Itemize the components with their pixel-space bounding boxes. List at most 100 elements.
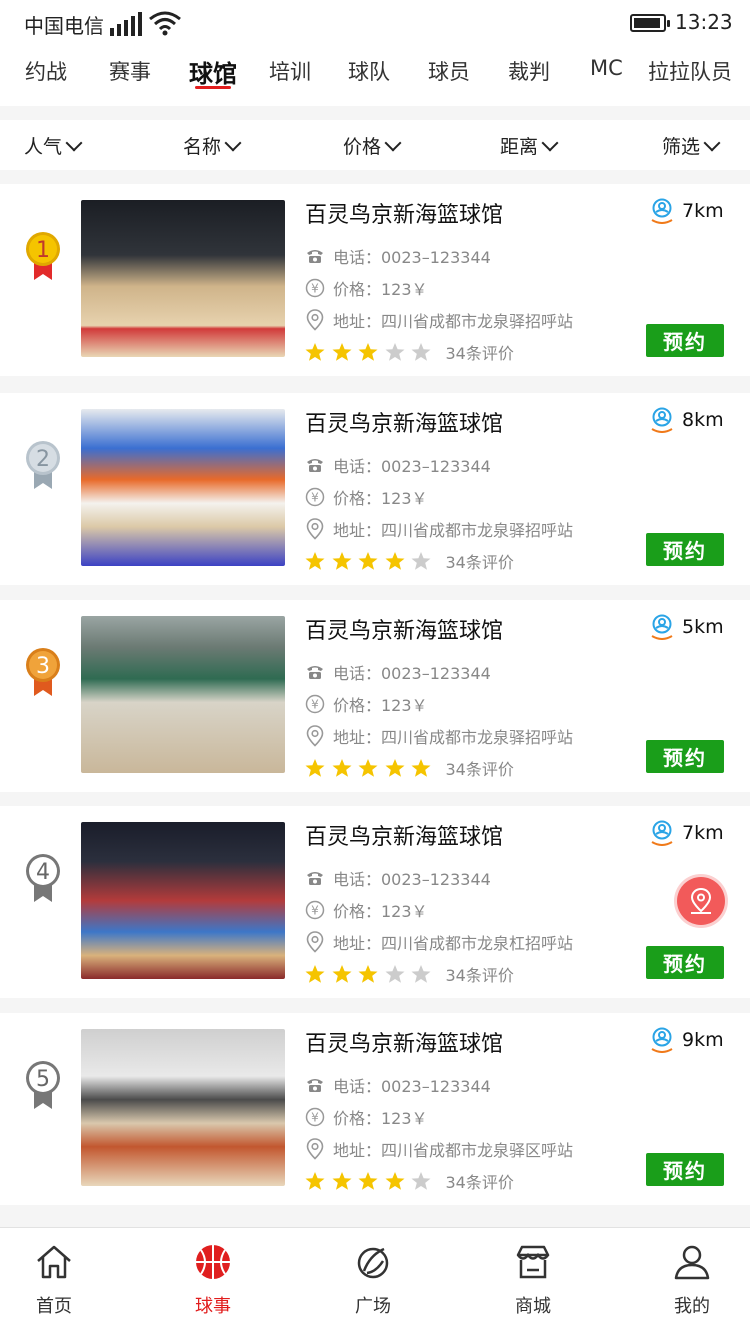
svg-text:¥: ¥ [311,282,319,296]
nav-home[interactable]: 首页 [4,1242,104,1318]
chevron-down-icon [703,134,721,151]
star-filled-icon [332,965,351,983]
review-count[interactable]: 34条评价 [446,549,514,573]
signal-icon [110,12,142,36]
star-rating: 34条评价 [305,1169,514,1193]
map-location-button[interactable] [677,877,725,925]
rank-medal-icon: 1 [26,232,60,280]
filter-more[interactable]: 筛选 [662,132,721,159]
basketball-icon [196,1245,230,1279]
star-filled-icon [305,1172,325,1190]
distance-location-icon [651,198,673,224]
venue-card[interactable]: 1 百灵鸟京新海篮球馆 7km 电话：0023–123344 ¥ 价格：123￥ 地址：四川… [0,184,750,376]
venue-name[interactable]: 百灵鸟京新海篮球馆 [305,819,503,851]
star-filled-icon [358,343,378,361]
star-filled-icon [385,1172,404,1190]
tab-caipan[interactable]: 裁判 [508,56,550,86]
star-empty-icon [411,965,431,983]
yuan-icon: ¥ [305,487,325,507]
filter-name[interactable]: 名称 [183,132,242,159]
tab-yuezhan[interactable]: 约战 [25,56,67,86]
star-filled-icon [385,552,404,570]
venue-name[interactable]: 百灵鸟京新海篮球馆 [305,406,503,438]
star-filled-icon [358,552,378,570]
star-rating: 34条评价 [305,549,514,573]
book-button[interactable]: 预约 [646,533,724,566]
venue-photo[interactable] [81,200,285,357]
filter-distance[interactable]: 距离 [500,132,559,159]
nav-events[interactable]: 球事 [163,1242,263,1318]
filter-price[interactable]: 价格 [343,132,402,159]
wifi-icon [149,11,181,36]
tab-qiuguan[interactable]: 球馆 [189,54,237,89]
address-text: 地址：四川省成都市龙泉驿招呼站 [333,312,574,331]
venue-price: ¥ 价格：123￥ [305,692,428,716]
phone-text: 电话：0023–123344 [333,457,491,476]
venue-name[interactable]: 百灵鸟京新海篮球馆 [305,613,503,645]
review-count[interactable]: 34条评价 [446,756,514,780]
venue-card[interactable]: 2 百灵鸟京新海篮球馆 8km 电话：0023–123344 ¥ 价格：123￥ 地址：四川… [0,393,750,585]
distance-value: 7km [682,200,724,222]
distance-location-icon [651,820,673,846]
tab-laladuiyuan[interactable]: 拉拉队员 [648,56,732,86]
distance: 7km [650,820,724,846]
venue-photo[interactable] [81,616,285,773]
star-filled-icon [332,552,351,570]
tab-qiuyuan[interactable]: 球员 [428,56,470,86]
plaza-icon [357,1247,389,1279]
nav-store[interactable]: 商城 [483,1242,583,1318]
battery-icon [630,14,670,32]
book-button[interactable]: 预约 [646,946,724,979]
venue-card[interactable]: 5 百灵鸟京新海篮球馆 9km 电话：0023–123344 ¥ 价格：123￥ 地址：四川… [0,1013,750,1205]
price-text: 价格：123￥ [333,696,428,715]
venue-address: 地址：四川省成都市龙泉驿招呼站 [305,308,573,332]
distance-location-icon [651,614,673,640]
phone-icon [307,666,323,679]
tab-saishi[interactable]: 赛事 [109,56,151,86]
nav-profile[interactable]: 我的 [642,1242,742,1318]
review-count[interactable]: 34条评价 [446,962,514,986]
tab-mc[interactable]: MC [590,56,623,80]
star-filled-icon [305,759,325,777]
venue-phone: 电话：0023–123344 [305,660,491,684]
star-filled-icon [332,1172,351,1190]
book-button[interactable]: 预约 [646,1153,724,1186]
venue-card[interactable]: 3 百灵鸟京新海篮球馆 5km 电话：0023–123344 ¥ 价格：123￥ 地址：四川… [0,600,750,792]
book-button[interactable]: 预约 [646,740,724,773]
review-count[interactable]: 34条评价 [446,1169,514,1193]
chevron-down-icon [224,134,242,151]
yuan-icon: ¥ [305,900,325,920]
venue-photo[interactable] [81,1029,285,1186]
address-text: 地址：四川省成都市龙泉驿招呼站 [333,521,574,540]
store-icon [516,1245,550,1279]
tab-qiudui[interactable]: 球队 [348,56,390,86]
bottom-nav: 首页 球事 广场 商城 我的 [0,1227,750,1334]
rank-medal-icon: 4 [26,854,60,902]
tab-peixun[interactable]: 培训 [269,56,311,86]
price-text: 价格：123￥ [333,280,428,299]
venue-name[interactable]: 百灵鸟京新海篮球馆 [305,1026,503,1058]
review-count[interactable]: 34条评价 [446,340,514,364]
venue-photo[interactable] [81,409,285,566]
address-pin-icon [306,931,324,953]
nav-plaza[interactable]: 广场 [323,1242,423,1318]
star-empty-icon [411,552,431,570]
venue-price: ¥ 价格：123￥ [305,276,428,300]
star-filled-icon [358,1172,378,1190]
distance-value: 7km [682,822,724,844]
book-button[interactable]: 预约 [646,324,724,357]
venue-card[interactable]: 4 百灵鸟京新海篮球馆 7km 电话：0023–123344 ¥ 价格：123￥ 地址：四川… [0,806,750,998]
filter-popularity[interactable]: 人气 [24,132,83,159]
address-pin-icon [306,725,324,747]
chevron-down-icon [65,134,83,151]
nav-label: 广场 [355,1296,391,1317]
svg-text:¥: ¥ [311,698,319,712]
venue-address: 地址：四川省成都市龙泉驿招呼站 [305,517,573,541]
venue-photo[interactable] [81,822,285,979]
price-text: 价格：123￥ [333,902,428,921]
venue-name[interactable]: 百灵鸟京新海篮球馆 [305,197,503,229]
yuan-icon: ¥ [305,694,325,714]
svg-text:¥: ¥ [311,904,319,918]
venue-address: 地址：四川省成都市龙泉杠招呼站 [305,930,573,954]
star-empty-icon [385,965,404,983]
